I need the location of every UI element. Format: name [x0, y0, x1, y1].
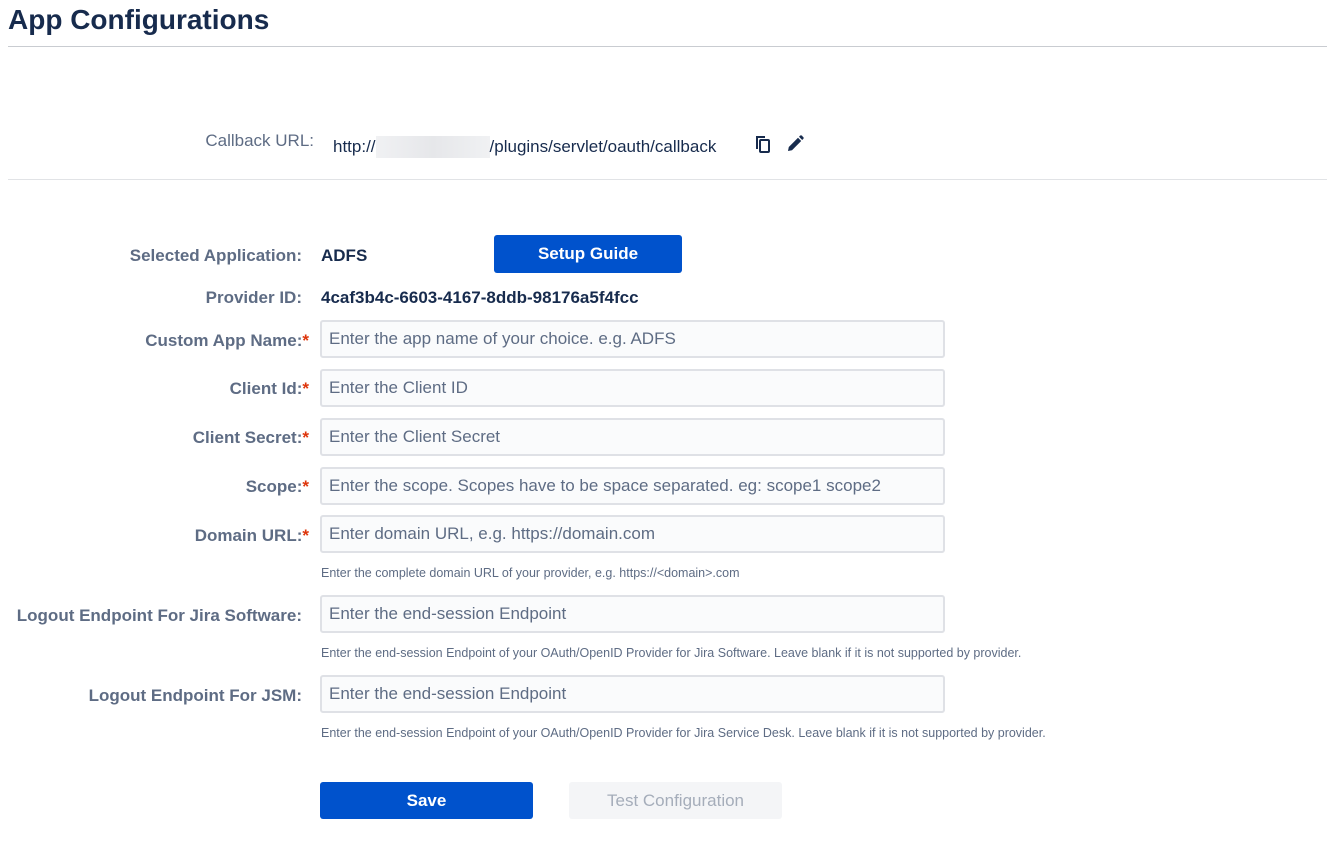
pencil-icon[interactable] [785, 134, 805, 154]
required-marker: * [302, 379, 309, 398]
test-configuration-button[interactable]: Test Configuration [569, 782, 782, 819]
scope-label: Scope:* [0, 476, 309, 498]
client-secret-label: Client Secret:* [0, 427, 309, 449]
logout-jira-software-input[interactable] [320, 595, 945, 633]
redacted-host [375, 136, 490, 158]
domain-url-input[interactable] [320, 515, 945, 553]
logout-jsm-help: Enter the end-session Endpoint of your O… [321, 726, 1046, 740]
client-secret-input[interactable] [320, 418, 945, 456]
logout-jsm-input[interactable] [320, 675, 945, 713]
client-id-input[interactable] [320, 369, 945, 407]
domain-url-label: Domain URL:* [0, 525, 309, 547]
custom-app-name-label-text: Custom App Name: [145, 331, 303, 350]
selected-application-label: Selected Application: [129, 246, 302, 265]
client-id-label-text: Client Id: [229, 379, 303, 398]
required-marker: * [302, 331, 309, 350]
scope-label-text: Scope: [245, 477, 303, 496]
required-marker: * [302, 526, 309, 545]
section-divider [8, 179, 1327, 180]
client-secret-label-text: Client Secret: [192, 428, 303, 447]
client-id-label: Client Id:* [0, 378, 309, 400]
domain-url-help: Enter the complete domain URL of your pr… [321, 566, 740, 580]
title-divider [8, 46, 1327, 47]
setup-guide-button[interactable]: Setup Guide [494, 235, 682, 273]
callback-url-prefix: http:// [333, 137, 376, 156]
scope-input[interactable] [320, 467, 945, 505]
custom-app-name-input[interactable] [320, 320, 945, 358]
callback-url-suffix: /plugins/servlet/oauth/callback [489, 137, 717, 156]
callback-url-label: Callback URL: [205, 131, 314, 150]
custom-app-name-label: Custom App Name:* [0, 330, 309, 352]
provider-id-value: 4caf3b4c-6603-4167-8ddb-98176a5f4fcc [321, 288, 639, 307]
domain-url-label-text: Domain URL: [194, 526, 303, 545]
provider-id-label: Provider ID: [205, 288, 302, 307]
page-title: App Configurations [8, 4, 270, 35]
callback-url: http:// /plugins/servlet/oauth/callback [333, 136, 716, 158]
required-marker: * [302, 428, 309, 447]
required-marker: * [302, 477, 309, 496]
logout-jira-software-help: Enter the end-session Endpoint of your O… [321, 646, 1022, 660]
copy-icon[interactable] [752, 134, 772, 154]
save-button[interactable]: Save [320, 782, 533, 819]
selected-application-value: ADFS [321, 246, 368, 265]
logout-jsm-label: Logout Endpoint For JSM: [88, 686, 302, 705]
logout-jira-software-label: Logout Endpoint For Jira Software: [16, 606, 302, 625]
